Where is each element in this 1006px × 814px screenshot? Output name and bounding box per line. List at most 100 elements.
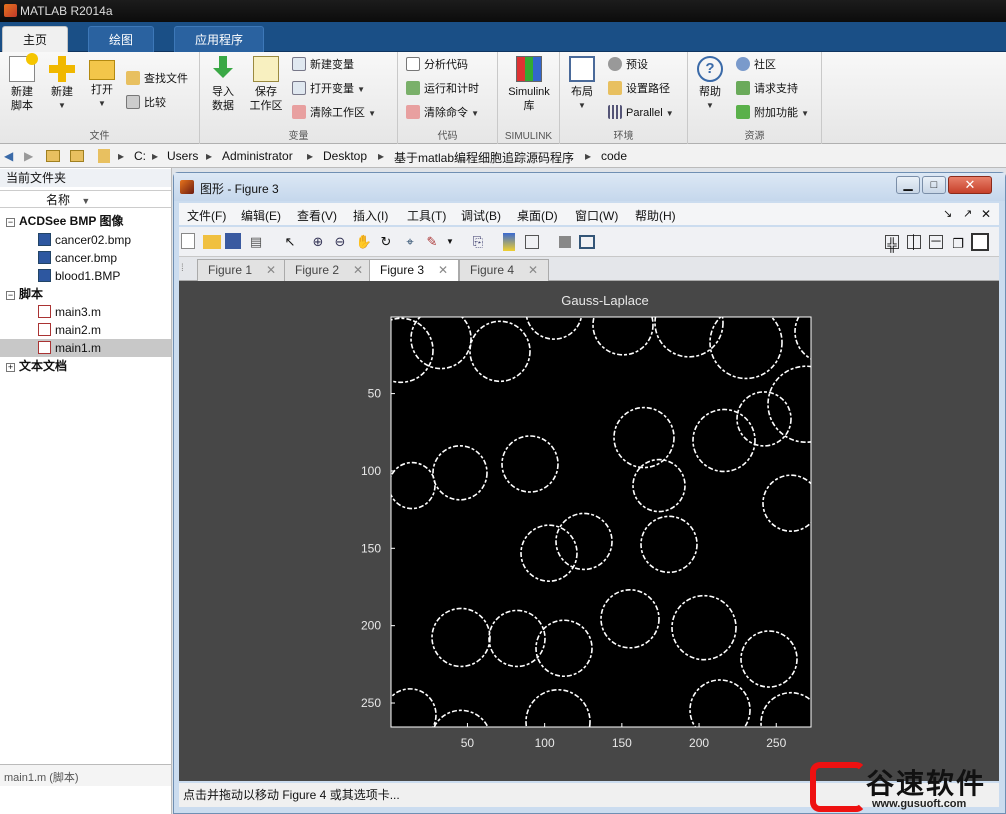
menu-view[interactable]: 查看(V) <box>297 207 337 224</box>
tab-figure-2[interactable]: Figure 2 ✕ <box>284 259 375 281</box>
open-variable-button[interactable]: 打开变量 ▼ <box>292 80 365 98</box>
dock-arrow-icon[interactable]: ↘ <box>943 207 952 220</box>
menu-desktop[interactable]: 桌面(D) <box>517 207 558 224</box>
forward-icon[interactable]: ▶ <box>24 149 33 163</box>
simulink-library-button[interactable]: Simulink 库 <box>504 56 554 113</box>
hide-plot-tools-icon[interactable] <box>559 236 571 248</box>
tab-figure-3[interactable]: Figure 3 ✕ <box>369 259 460 282</box>
community-button[interactable]: 社区 <box>736 56 776 74</box>
import-data-button[interactable]: 导入 数据 <box>206 56 240 113</box>
menu-insert[interactable]: 插入(I) <box>353 207 388 224</box>
help-button[interactable]: ? 帮助 ▼ <box>694 56 726 113</box>
colorbar-icon[interactable] <box>503 233 515 251</box>
back-icon[interactable]: ◀ <box>4 149 13 163</box>
tile-grid-icon[interactable]: ╬ <box>885 235 899 252</box>
save-icon[interactable] <box>225 233 241 249</box>
maximize-tab-icon[interactable] <box>971 233 989 251</box>
brush-icon[interactable]: ✎ <box>423 233 441 251</box>
path-segment-administrator[interactable]: Administrator <box>222 149 293 163</box>
new-figure-icon[interactable] <box>181 233 195 249</box>
app-titlebar: MATLAB R2014a <box>0 0 1006 22</box>
column-header-name[interactable]: 名称 ▼ <box>0 190 171 208</box>
run-and-time-button[interactable]: 运行和计时 <box>406 80 479 98</box>
group-scripts[interactable]: − 脚本 <box>0 285 171 303</box>
addons-button[interactable]: 附加功能 ▼ <box>736 104 809 122</box>
path-segment-desktop[interactable]: Desktop <box>323 149 367 163</box>
pointer-icon[interactable]: ↖ <box>281 233 299 251</box>
tab-figure-1[interactable]: Figure 1 ✕ <box>197 259 288 281</box>
path-separator: ▸ <box>307 149 314 163</box>
find-files-button[interactable]: 查找文件 <box>126 70 188 88</box>
rotate-icon[interactable]: ↻ <box>377 233 395 251</box>
print-icon[interactable]: ▤ <box>247 233 265 251</box>
layout-button[interactable]: 布局 ▼ <box>566 56 598 113</box>
new-button[interactable]: 新建 ▼ <box>46 56 78 113</box>
save-workspace-button[interactable]: 保存 工作区 <box>246 56 286 113</box>
close-menu-icon[interactable]: ✕ <box>981 207 991 221</box>
path-segment-drive[interactable]: C: <box>134 149 146 163</box>
tab-figure-4[interactable]: Figure 4 ✕ <box>459 259 550 281</box>
browse-folder-icon[interactable] <box>70 150 84 162</box>
group-resources: ? 帮助 ▼ 社区 请求支持 附加功能 ▼ 资源 <box>688 52 822 144</box>
brush-dropdown-icon[interactable]: ▼ <box>441 233 459 251</box>
menu-help[interactable]: 帮助(H) <box>635 207 676 224</box>
up-folder-icon[interactable] <box>46 150 60 162</box>
pan-icon[interactable]: ✋ <box>355 233 373 251</box>
tile-top-bottom-icon[interactable]: ─ <box>929 234 943 249</box>
menu-tools[interactable]: 工具(T) <box>407 207 446 224</box>
maximize-button[interactable]: □ <box>922 176 946 194</box>
expand-icon[interactable]: + <box>6 363 15 372</box>
new-variable-button[interactable]: 新建变量 <box>292 56 354 74</box>
zoom-out-icon[interactable]: ⊖ <box>331 233 349 251</box>
tab-apps[interactable]: 应用程序 <box>174 26 265 52</box>
group-text-docs[interactable]: + 文本文档 <box>0 357 171 375</box>
tab-home[interactable]: 主页 <box>2 26 69 52</box>
file-item[interactable]: cancer.bmp <box>0 249 171 267</box>
close-tab-icon[interactable]: ✕ <box>266 263 276 277</box>
menu-debug[interactable]: 调试(B) <box>461 207 501 224</box>
show-plot-tools-icon[interactable] <box>579 235 595 249</box>
new-script-button[interactable]: 新建 脚本 <box>4 53 40 113</box>
figure-canvas[interactable]: Gauss-Laplace 50 100 150 200 250 50 100 150 200 2… <box>179 281 999 781</box>
path-segment-users[interactable]: Users <box>167 149 198 163</box>
request-support-button[interactable]: 请求支持 <box>736 80 798 98</box>
collapse-icon[interactable]: − <box>6 218 15 227</box>
close-button[interactable]: ✕ <box>948 176 992 194</box>
analyze-code-button[interactable]: 分析代码 <box>406 56 468 74</box>
data-cursor-icon[interactable]: ⌖ <box>401 233 419 251</box>
menu-window[interactable]: 窗口(W) <box>575 207 618 224</box>
collapse-icon[interactable]: − <box>6 291 15 300</box>
preferences-button[interactable]: 预设 <box>608 56 648 74</box>
float-icon[interactable]: ❐ <box>951 235 965 251</box>
close-tab-icon[interactable]: ✕ <box>528 263 538 277</box>
clear-workspace-button[interactable]: 清除工作区 ▼ <box>292 104 376 122</box>
undock-icon[interactable]: ↗ <box>963 207 972 220</box>
figure-titlebar[interactable]: 图形 - Figure 3 ▁ □ ✕ <box>174 173 1005 201</box>
file-item[interactable]: main3.m <box>0 303 171 321</box>
file-item[interactable]: cancer02.bmp <box>0 231 171 249</box>
file-item-selected[interactable]: main1.m <box>0 339 171 357</box>
ribbon: 新建 脚本 新建 ▼ 打开 ▼ 查找文件 比较 文件 导入 数据 保存 工作区 新建… <box>0 52 1006 144</box>
set-path-button[interactable]: 设置路径 <box>608 80 670 98</box>
file-item[interactable]: main2.m <box>0 321 171 339</box>
zoom-in-icon[interactable]: ⊕ <box>309 233 327 251</box>
tile-left-right-icon[interactable]: │ <box>907 235 921 249</box>
parallel-button[interactable]: Parallel ▼ <box>608 104 674 122</box>
clear-commands-button[interactable]: 清除命令 ▼ <box>406 104 479 122</box>
tab-plots[interactable]: 绘图 <box>88 26 155 52</box>
minimize-button[interactable]: ▁ <box>896 176 920 194</box>
link-plot-icon[interactable]: ⎘ <box>469 233 487 251</box>
file-item[interactable]: blood1.BMP <box>0 267 171 285</box>
close-tab-icon[interactable]: ✕ <box>353 263 363 277</box>
open-file-icon[interactable] <box>203 235 221 249</box>
group-bmp[interactable]: − ACDSee BMP 图像 <box>0 212 171 230</box>
path-segment-project[interactable]: 基于matlab编程细胞追踪源码程序 <box>394 149 574 166</box>
close-tab-icon[interactable]: ✕ <box>438 263 448 277</box>
menu-edit[interactable]: 编辑(E) <box>241 207 281 224</box>
menu-file[interactable]: 文件(F) <box>187 207 226 224</box>
open-button[interactable]: 打开 ▼ <box>86 56 118 111</box>
path-segment-code[interactable]: code <box>601 149 627 163</box>
group-text-docs-label: 文本文档 <box>19 359 68 373</box>
compare-button[interactable]: 比较 <box>126 94 166 112</box>
legend-icon[interactable] <box>525 235 539 249</box>
